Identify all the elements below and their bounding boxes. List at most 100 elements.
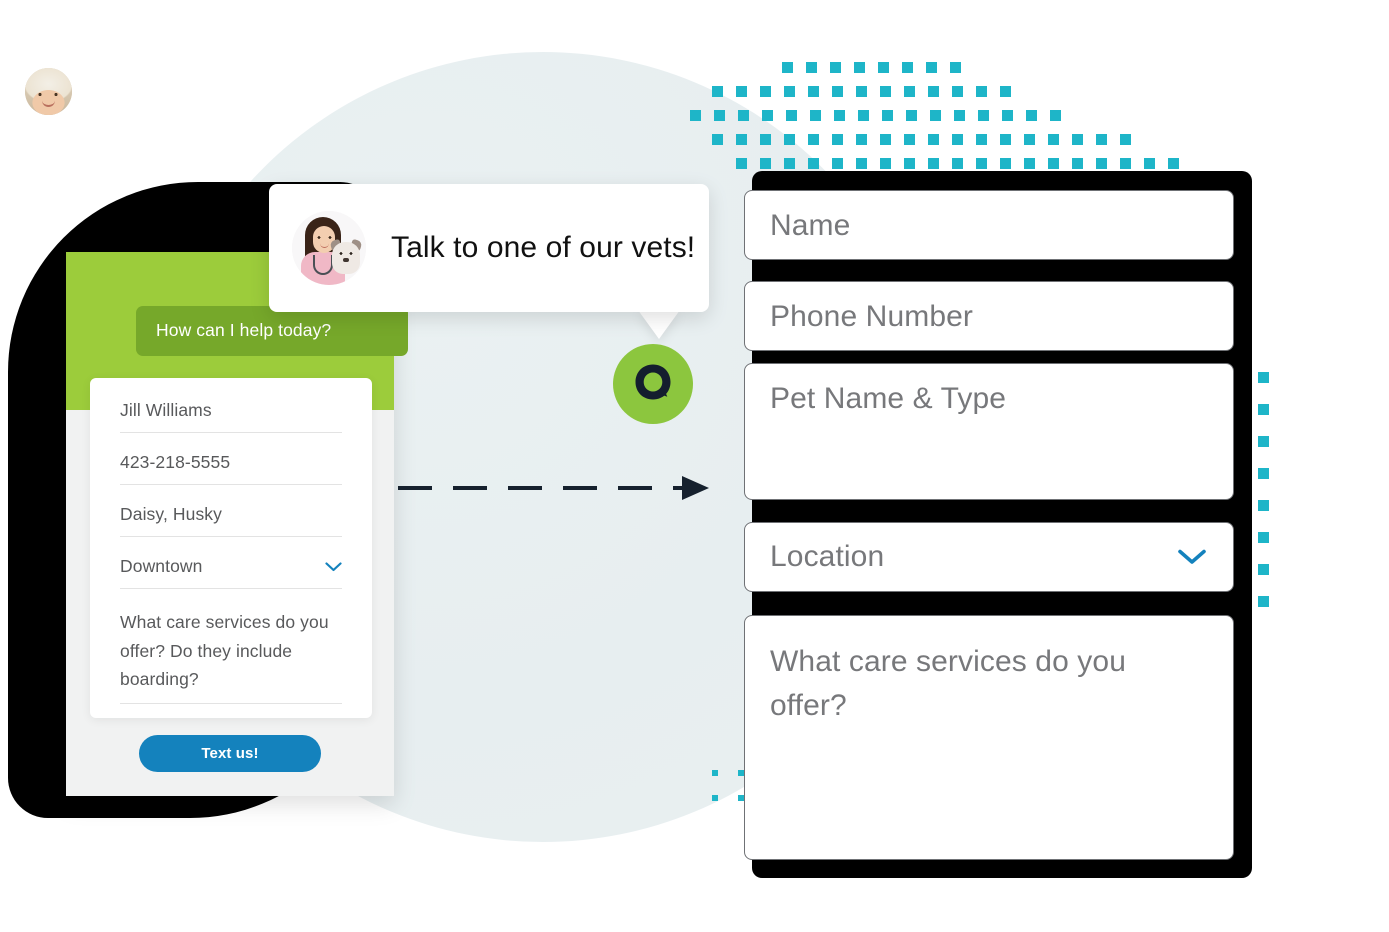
decorative-dot (880, 134, 891, 145)
name-field[interactable]: Name (744, 190, 1234, 260)
decorative-dot (760, 86, 771, 97)
decorative-dot (1072, 158, 1083, 169)
decorative-dot (806, 62, 817, 73)
decorative-dot (1258, 436, 1269, 447)
decorative-dot (878, 62, 889, 73)
decorative-dot (904, 158, 915, 169)
decorative-dot (1258, 596, 1269, 607)
decorative-dot (1258, 500, 1269, 511)
agent-avatar-icon (25, 68, 72, 115)
decorative-dot (880, 158, 891, 169)
decorative-dot (1120, 158, 1131, 169)
decorative-dot (904, 86, 915, 97)
pet-field-placeholder: Pet Name & Type (770, 382, 1007, 415)
chat-bubble-q-icon (635, 364, 671, 400)
decorative-dot (810, 110, 821, 121)
decorative-dot (856, 158, 867, 169)
callout-tooltip: Talk to one of our vets! (269, 184, 709, 312)
decorative-dot (976, 134, 987, 145)
decorative-dot (1258, 372, 1269, 383)
chat-phone-value[interactable]: 423-218-5555 (120, 452, 342, 485)
chat-launcher-button[interactable] (613, 344, 693, 424)
chevron-down-icon (325, 561, 342, 571)
decorative-dot (928, 158, 939, 169)
chat-pet-value[interactable]: Daisy, Husky (120, 504, 342, 537)
decorative-dot (882, 110, 893, 121)
decorative-dot (1096, 158, 1107, 169)
decorative-dot (786, 110, 797, 121)
chat-message-value[interactable]: What care services do you offer? Do they… (120, 608, 342, 705)
decorative-dot (928, 134, 939, 145)
phone-field[interactable]: Phone Number (744, 281, 1234, 351)
decorative-dot (930, 110, 941, 121)
decorative-dot (976, 86, 987, 97)
decorative-dot (1048, 134, 1059, 145)
chevron-down-icon (1178, 549, 1206, 564)
chat-greeting-text: How can I help today? (156, 320, 332, 340)
decorative-dot (1000, 158, 1011, 169)
decorative-dot (1120, 134, 1131, 145)
name-field-placeholder: Name (770, 209, 851, 242)
decorative-dot (928, 86, 939, 97)
decorative-dot (834, 110, 845, 121)
decorative-dot (952, 86, 963, 97)
decorative-dot (782, 62, 793, 73)
pet-name-type-field[interactable]: Pet Name & Type (744, 363, 1234, 500)
decorative-dot (736, 86, 747, 97)
decorative-dot (832, 134, 843, 145)
vet-with-dog-avatar-icon (292, 211, 366, 285)
decorative-dot (1168, 158, 1179, 169)
decorative-dot (978, 110, 989, 121)
decorative-dot (1000, 86, 1011, 97)
message-textarea[interactable]: What care services do you offer? (744, 615, 1234, 860)
decorative-dot (856, 86, 867, 97)
decorative-dot (1144, 158, 1155, 169)
callout-tail (638, 310, 680, 339)
decorative-dot (926, 62, 937, 73)
decorative-dot (1072, 134, 1083, 145)
decorative-dot (832, 86, 843, 97)
decorative-dot (1000, 134, 1011, 145)
chat-greeting-bubble: How can I help today? (136, 306, 408, 356)
chat-location-value: Downtown (120, 556, 203, 576)
decorative-dot (904, 134, 915, 145)
decorative-dot (954, 110, 965, 121)
decorative-dot (808, 134, 819, 145)
decorative-dot (1026, 110, 1037, 121)
decorative-dot (952, 134, 963, 145)
phone-field-placeholder: Phone Number (770, 300, 973, 333)
location-select[interactable]: Location (744, 522, 1234, 592)
decorative-dot (1258, 532, 1269, 543)
chat-lead-form: Jill Williams 423-218-5555 Daisy, Husky … (90, 378, 372, 719)
callout-text: Talk to one of our vets! (391, 231, 696, 264)
illustration-canvas: How can I help today? Jill Williams 423-… (0, 0, 1389, 932)
chat-name-value[interactable]: Jill Williams (120, 400, 342, 433)
decorative-dot (1096, 134, 1107, 145)
decorative-dot (854, 62, 865, 73)
dashed-right-arrow-icon (398, 476, 709, 500)
decorative-dot (880, 86, 891, 97)
text-us-button[interactable]: Text us! (139, 735, 321, 772)
decorative-dot (1024, 158, 1035, 169)
decorative-dot (1050, 110, 1061, 121)
decorative-dot (858, 110, 869, 121)
decorative-dot (906, 110, 917, 121)
location-select-placeholder: Location (770, 540, 885, 573)
decorative-dot (1024, 134, 1035, 145)
decorative-dot (1258, 564, 1269, 575)
decorative-dot (784, 86, 795, 97)
decorative-dot (1002, 110, 1013, 121)
decorative-dot (1048, 158, 1059, 169)
decorative-dot (950, 62, 961, 73)
chat-location-select[interactable]: Downtown (120, 556, 342, 589)
decorative-dot (830, 62, 841, 73)
decorative-dot (1258, 404, 1269, 415)
decorative-dot (952, 158, 963, 169)
decorative-dot (1258, 468, 1269, 479)
decorative-dot (902, 62, 913, 73)
decorative-dot (832, 158, 843, 169)
decorative-dot (808, 86, 819, 97)
decorative-dot (856, 134, 867, 145)
decorative-dot (976, 158, 987, 169)
message-textarea-placeholder: What care services do you offer? (770, 645, 1126, 722)
